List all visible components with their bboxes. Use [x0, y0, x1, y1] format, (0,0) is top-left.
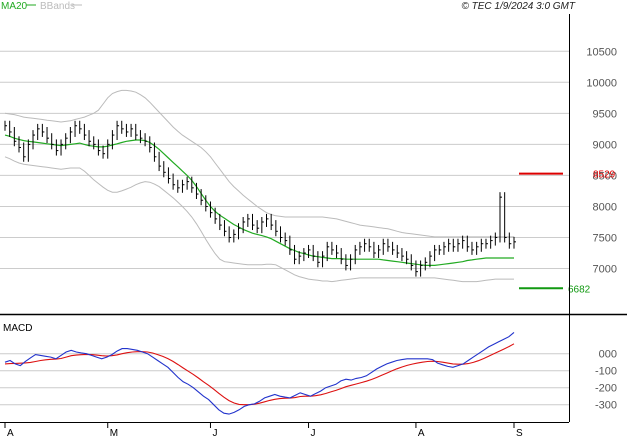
price-tick-label: 10500 — [586, 46, 617, 58]
price-tick-label: 8000 — [593, 201, 617, 213]
month-label: S — [516, 428, 523, 439]
legend-bbands: BBands — [40, 1, 75, 12]
support-label: 6682 — [568, 284, 591, 295]
price-tick-label: 10000 — [586, 77, 617, 89]
copyright: © TEC 1/9/2024 3:0 GMT — [461, 1, 575, 12]
price-tick-label: 7000 — [593, 264, 617, 276]
price-tick-label: 7500 — [593, 233, 617, 245]
macd-tick-label: -300 — [595, 400, 617, 412]
macd-title: MACD — [3, 323, 32, 334]
macd-tick-label: 000 — [599, 349, 617, 361]
price-tick-label: 9000 — [593, 139, 617, 151]
month-label: J — [311, 428, 316, 439]
month-label: A — [7, 428, 14, 439]
resistance-label: 8529 — [593, 170, 616, 181]
month-label: A — [418, 428, 425, 439]
macd-tick-label: -200 — [595, 383, 617, 395]
month-label: J — [212, 428, 217, 439]
macd-tick-label: -100 — [595, 366, 617, 378]
legend-ma20: MA20 — [1, 1, 28, 12]
price-chart: MA20 BBands © TEC 1/9/2024 3:0 GMT 10500… — [0, 0, 627, 440]
month-label: M — [110, 428, 118, 439]
chart-background — [0, 0, 627, 440]
price-tick-label: 9500 — [593, 108, 617, 120]
